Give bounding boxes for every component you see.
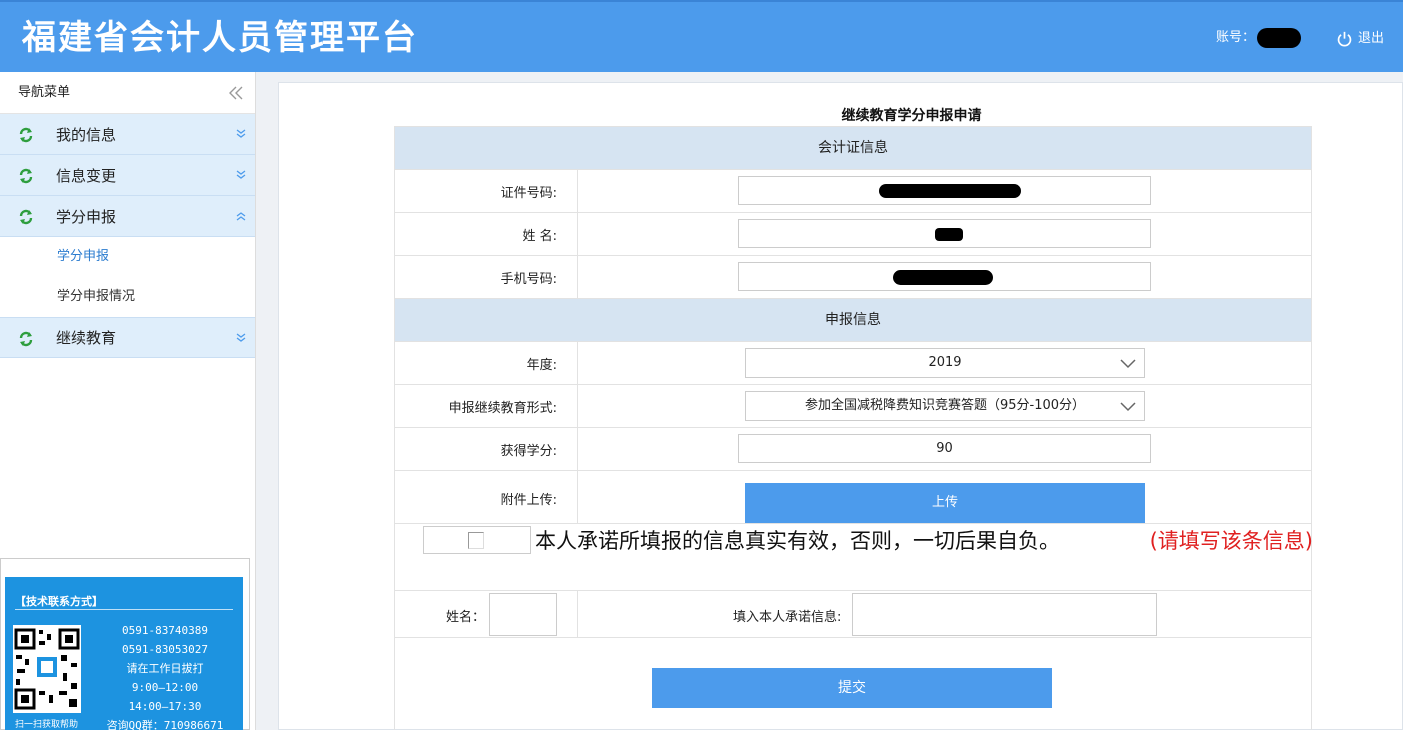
sidebar-group-my-info[interactable]: 我的信息 [0, 114, 255, 155]
tech-contact-panel: 【技术联系方式】 扫一扫获取帮助 0591-83740389 0591-8305… [5, 577, 243, 730]
commitment-checkbox-wrap [423, 526, 531, 554]
sidebar-group-label: 信息变更 [56, 166, 117, 185]
section-header-report: 申报信息 [395, 299, 1311, 342]
sidebar-group-label: 继续教育 [56, 329, 117, 347]
contact-info: 0591-83740389 0591-83053027 请在工作日拔打 9:00… [95, 621, 235, 730]
power-icon [1337, 31, 1352, 46]
row-signature: 姓名： 填入本人承诺信息: [395, 591, 1311, 638]
chevron-up-icon [236, 212, 246, 221]
chevron-down-icon [1120, 402, 1136, 412]
nav-menu-title-text: 导航菜单 [18, 85, 71, 100]
chevron-down-icon [236, 170, 246, 179]
account-label: 账号： [1216, 30, 1256, 45]
education-form-cell: 参加全国减税降费知识竞赛答题（95分-100分） [578, 385, 1311, 427]
double-chevron-left-icon[interactable] [227, 84, 245, 102]
id-number-cell [578, 170, 1311, 212]
contact-qq: 咨询QQ群：710986671 [106, 719, 224, 730]
contact-note: 请在工作日拔打 [126, 662, 204, 675]
signature-name-cell: 姓名： [395, 591, 578, 637]
submit-button[interactable]: 提交 [652, 668, 1052, 708]
commitment-checkbox[interactable] [468, 532, 484, 549]
phone-field[interactable] [738, 262, 1151, 291]
chevron-down-icon [236, 129, 246, 138]
row-attachment: 附件上传: 上传 [395, 471, 1311, 524]
refresh-icon [19, 331, 33, 347]
row-education-form: 申报继续教育形式: 参加全国减税降费知识竞赛答题（95分-100分） [395, 385, 1311, 428]
phone-redacted [893, 270, 993, 285]
logout-label: 退出 [1358, 31, 1385, 46]
signature-name-label: 姓名： [446, 610, 486, 625]
qr-code-icon [13, 625, 81, 713]
year-label: 年度: [395, 342, 578, 384]
signature-promise-cell: 填入本人承诺信息: [578, 591, 1311, 637]
commitment-warning: (请填写该条信息) [1149, 529, 1313, 553]
qr-caption: 扫一扫获取帮助 [15, 720, 79, 730]
refresh-icon [19, 168, 33, 184]
row-commitment: 本人承诺所填报的信息真实有效，否则，一切后果自负。 (请填写该条信息) [395, 524, 1313, 591]
id-number-field[interactable] [738, 176, 1151, 205]
divider [15, 609, 233, 610]
refresh-icon [19, 127, 33, 143]
credits-field[interactable]: 90 [738, 434, 1151, 463]
phone-label: 手机号码: [395, 256, 578, 298]
signature-name-input[interactable] [489, 593, 557, 636]
name-field[interactable] [738, 219, 1151, 248]
promise-label: 填入本人承诺信息: [733, 610, 842, 625]
year-select-value: 2019 [928, 355, 962, 370]
sidebar-item-credit-report-status[interactable]: 学分申报情况 [0, 277, 255, 317]
logout-button[interactable]: 退出 [1336, 28, 1384, 50]
sidebar-group-continuing-education[interactable]: 继续教育 [0, 317, 255, 358]
name-redacted [935, 228, 963, 241]
chevron-down-icon [1120, 359, 1136, 369]
promise-input[interactable] [852, 593, 1157, 636]
education-form-value: 参加全国减税降费知识竞赛答题（95分-100分） [804, 398, 1086, 413]
account-redacted [1257, 28, 1302, 48]
refresh-icon [19, 209, 33, 225]
row-phone: 手机号码: [395, 256, 1311, 299]
year-select[interactable]: 2019 [745, 348, 1145, 378]
attachment-label: 附件上传: [395, 471, 578, 523]
id-number-redacted [879, 184, 1021, 198]
contact-hours: 9:00—12:00 [131, 681, 199, 694]
form-title: 继续教育学分申报申请 [841, 108, 982, 124]
row-credits: 获得学分: 90 [395, 428, 1311, 471]
section-header-certificate: 会计证信息 [395, 127, 1311, 170]
contact-hours: 14:00—17:30 [128, 700, 202, 713]
top-header: 福建省会计人员管理平台 账号： 退出 [0, 0, 1403, 72]
tech-contact-card: 【技术联系方式】 扫一扫获取帮助 0591-83740389 0591-8305… [0, 558, 250, 730]
sidebar-item-credit-report[interactable]: 学分申报 [0, 237, 255, 277]
id-number-label: 证件号码: [395, 170, 578, 212]
education-form-select[interactable]: 参加全国减税降费知识竞赛答题（95分-100分） [745, 391, 1145, 421]
sidebar-group-label: 我的信息 [56, 125, 117, 144]
upload-button[interactable]: 上传 [745, 483, 1145, 523]
nav-menu-title: 导航菜单 [0, 72, 255, 114]
sidebar-group-info-change[interactable]: 信息变更 [0, 155, 255, 196]
commitment-text: 本人承诺所填报的信息真实有效，否则，一切后果自负。 [535, 529, 1060, 553]
phone-cell [578, 256, 1311, 298]
sidebar-group-credit-report[interactable]: 学分申报 [0, 196, 255, 237]
credit-report-form: 会计证信息 证件号码: 姓 名: 手机号码: 申报信息 年度: 2019 申报继… [394, 126, 1313, 730]
main-panel: 继续教育学分申报申请 会计证信息 证件号码: 姓 名: 手机号码: 申报信息 年… [278, 82, 1403, 730]
contact-phone: 0591-83740389 [121, 624, 209, 637]
attachment-cell: 上传 [578, 471, 1311, 523]
education-form-label: 申报继续教育形式: [395, 385, 578, 427]
name-label: 姓 名: [395, 213, 578, 255]
credits-cell: 90 [578, 428, 1311, 470]
account-display: 账号： [1216, 28, 1302, 48]
platform-title: 福建省会计人员管理平台 [22, 18, 418, 58]
row-id-number: 证件号码: [395, 170, 1311, 213]
year-cell: 2019 [578, 342, 1311, 384]
sidebar-group-label: 学分申报 [56, 207, 117, 226]
contact-title: 【技术联系方式】 [15, 595, 103, 608]
contact-phone: 0591-83053027 [121, 643, 209, 656]
row-name: 姓 名: [395, 213, 1311, 256]
row-year: 年度: 2019 [395, 342, 1311, 385]
name-cell [578, 213, 1311, 255]
credits-label: 获得学分: [395, 428, 578, 470]
chevron-down-icon [236, 333, 246, 342]
